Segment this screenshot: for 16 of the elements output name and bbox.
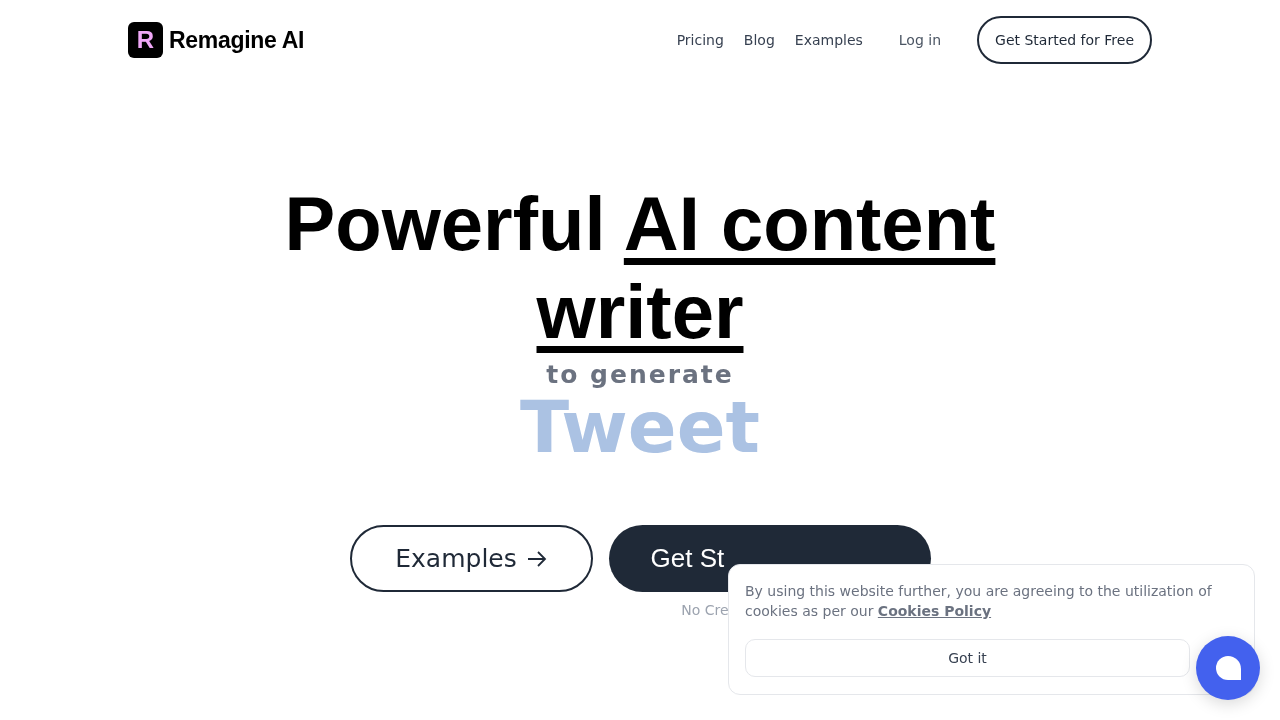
nav-link[interactable]: Examples (794, 32, 863, 48)
brand-name[interactable]: Remagine AI (169, 26, 305, 54)
examples-button[interactable]: Examples (349, 525, 593, 592)
rotating-word: Tweet (520, 389, 760, 465)
chat-bubble-icon (1215, 656, 1241, 680)
note-text: No Cre (681, 602, 729, 618)
arrow-right-icon (526, 550, 547, 567)
login-link[interactable]: Log in (898, 32, 942, 48)
nav-link[interactable]: Pricing (676, 32, 724, 48)
got-it-button[interactable]: Got it (745, 639, 1190, 677)
cookies-policy-link[interactable]: Cookies Policy (877, 603, 992, 619)
hero-heading: Powerful AI content writer (283, 180, 997, 356)
nav-link[interactable]: Blog (743, 32, 775, 48)
hero-subheading: to generate (546, 360, 734, 389)
get-started-button[interactable]: Get Started for Free (977, 16, 1152, 64)
logo-icon[interactable]: R (128, 22, 163, 58)
